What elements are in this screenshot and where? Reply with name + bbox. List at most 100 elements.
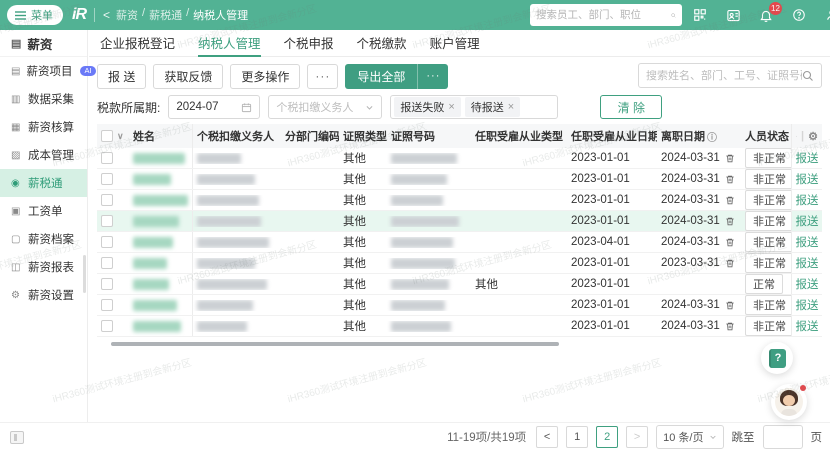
table-row[interactable]: 其他2023-01-012024-03-31非正常报送 bbox=[97, 148, 822, 169]
tab-账户管理[interactable]: 账户管理 bbox=[430, 30, 480, 57]
info-icon[interactable]: ⓘ bbox=[707, 129, 717, 144]
help-manual-button[interactable]: ? bbox=[761, 342, 793, 374]
sidebar-item-工资单[interactable]: ▣工资单 bbox=[0, 197, 87, 225]
remove-tag-icon[interactable]: × bbox=[448, 101, 454, 113]
status-badge[interactable]: 非正常 bbox=[745, 190, 791, 210]
row-checkbox[interactable] bbox=[101, 320, 113, 332]
row-checkbox[interactable] bbox=[101, 215, 113, 227]
table-row[interactable]: 其他2023-01-012024-03-31非正常报送 bbox=[97, 316, 822, 337]
select-all-checkbox[interactable] bbox=[101, 130, 113, 142]
report-action-link[interactable]: 报送 bbox=[796, 213, 819, 229]
delete-trash-icon[interactable] bbox=[725, 195, 735, 206]
filter-funnel-icon[interactable] bbox=[796, 131, 797, 142]
table-row[interactable]: 其他2023-01-012023-03-31非正常报送 bbox=[97, 253, 822, 274]
next-page-button[interactable]: > bbox=[626, 426, 648, 448]
export-ellipsis-button[interactable]: ··· bbox=[418, 70, 448, 82]
column-settings-gear-icon[interactable]: ⚙ bbox=[808, 130, 818, 143]
tab-企业报税登记[interactable]: 企业报税登记 bbox=[100, 30, 175, 57]
clear-filters-button[interactable]: 清 除 bbox=[600, 95, 662, 119]
jump-to-input[interactable] bbox=[763, 425, 803, 449]
page-button-2[interactable]: 2 bbox=[596, 426, 618, 448]
report-button[interactable]: 报 送 bbox=[97, 64, 146, 89]
contacts-icon[interactable] bbox=[725, 7, 741, 23]
remove-tag-icon[interactable]: × bbox=[508, 101, 514, 113]
delete-trash-icon[interactable] bbox=[725, 300, 735, 311]
table-search[interactable] bbox=[638, 63, 822, 88]
global-search[interactable] bbox=[530, 4, 682, 26]
more-actions-ellipsis-button[interactable]: ··· bbox=[307, 64, 338, 89]
sidebar-item-薪资核算[interactable]: ▦薪资核算 bbox=[0, 113, 87, 141]
table-row[interactable]: 其他2023-04-012024-03-31非正常报送 bbox=[97, 232, 822, 253]
report-action-link[interactable]: 报送 bbox=[796, 171, 819, 187]
export-all-split-button[interactable]: 导出全部 ··· bbox=[345, 64, 448, 89]
table-row[interactable]: 其他2023-01-012024-03-31非正常报送 bbox=[97, 295, 822, 316]
export-all-button[interactable]: 导出全部 bbox=[345, 68, 417, 85]
table-row[interactable]: 其他2023-01-012024-03-31非正常报送 bbox=[97, 211, 822, 232]
prev-page-button[interactable]: < bbox=[536, 426, 558, 448]
sidebar-item-成本管理[interactable]: ▨成本管理 bbox=[0, 141, 87, 169]
sidebar-item-数据采集[interactable]: ▥数据采集 bbox=[0, 85, 87, 113]
report-action-link[interactable]: 报送 bbox=[796, 192, 819, 208]
row-checkbox[interactable] bbox=[101, 152, 113, 164]
delete-trash-icon[interactable] bbox=[725, 216, 735, 227]
delete-trash-icon[interactable] bbox=[725, 321, 735, 332]
status-badge[interactable]: 非正常 bbox=[745, 316, 791, 336]
notifications-bell-icon[interactable]: 12 bbox=[758, 7, 774, 23]
row-checkbox[interactable] bbox=[101, 173, 113, 185]
tab-个税申报[interactable]: 个税申报 bbox=[284, 30, 334, 57]
delete-trash-icon[interactable] bbox=[725, 237, 735, 248]
get-feedback-button[interactable]: 获取反馈 bbox=[153, 64, 223, 89]
filter-tag-报送失败[interactable]: 报送失败× bbox=[394, 97, 460, 117]
breadcrumb-item[interactable]: 薪税通 bbox=[149, 7, 182, 23]
search-icon[interactable] bbox=[671, 10, 676, 21]
sidebar-scrollbar[interactable] bbox=[83, 255, 86, 293]
page-button-1[interactable]: 1 bbox=[566, 426, 588, 448]
status-badge[interactable]: 非正常 bbox=[745, 211, 791, 231]
header-select-all[interactable]: ∨ bbox=[97, 130, 129, 142]
help-icon[interactable] bbox=[791, 7, 807, 23]
tab-个税缴款[interactable]: 个税缴款 bbox=[357, 30, 407, 57]
sidebar-item-薪资报表[interactable]: ◫薪资报表 bbox=[0, 253, 87, 281]
report-action-link[interactable]: 报送 bbox=[796, 150, 819, 166]
breadcrumb-item[interactable]: 薪资 bbox=[116, 7, 138, 23]
table-search-input[interactable] bbox=[646, 70, 802, 82]
status-badge[interactable]: 非正常 bbox=[745, 232, 791, 252]
status-badge[interactable]: 非正常 bbox=[745, 169, 791, 189]
row-checkbox[interactable] bbox=[101, 278, 113, 290]
sidebar-item-薪资设置[interactable]: ⚙薪资设置 bbox=[0, 281, 87, 309]
status-badge[interactable]: 非正常 bbox=[745, 148, 791, 168]
page-size-select[interactable]: 10 条/页 bbox=[656, 425, 723, 449]
status-badge[interactable]: 正常 bbox=[745, 274, 783, 294]
sidebar-item-薪资档案[interactable]: ▢薪资档案 bbox=[0, 225, 87, 253]
sidebar-item-薪税通[interactable]: ◉薪税通 bbox=[0, 169, 87, 197]
horizontal-scrollbar[interactable] bbox=[111, 342, 559, 346]
report-action-link[interactable]: 报送 bbox=[796, 276, 819, 292]
status-badge[interactable]: 非正常 bbox=[745, 253, 791, 273]
ai-assistant-button[interactable] bbox=[771, 384, 807, 420]
delete-trash-icon[interactable] bbox=[725, 153, 735, 164]
report-action-link[interactable]: 报送 bbox=[796, 297, 819, 313]
status-badge[interactable]: 非正常 bbox=[745, 295, 791, 315]
select-dropdown-caret[interactable]: ∨ bbox=[117, 131, 124, 142]
search-icon[interactable] bbox=[802, 70, 814, 82]
tax-period-datepicker[interactable]: 2024-07 bbox=[168, 95, 260, 119]
table-row[interactable]: 其他2023-01-012024-03-31非正常报送 bbox=[97, 190, 822, 211]
table-row[interactable]: 其他其他2023-01-01正常报送 bbox=[97, 274, 822, 295]
global-search-input[interactable] bbox=[536, 9, 671, 21]
filter-tag-待报送[interactable]: 待报送× bbox=[465, 97, 520, 117]
report-action-link[interactable]: 报送 bbox=[796, 318, 819, 334]
user-icon[interactable] bbox=[824, 7, 830, 23]
row-checkbox[interactable] bbox=[101, 257, 113, 269]
collapse-panel-icon[interactable] bbox=[10, 431, 24, 444]
more-actions-button[interactable]: 更多操作 bbox=[230, 64, 300, 89]
tab-纳税人管理[interactable]: 纳税人管理 bbox=[198, 30, 261, 57]
delete-trash-icon[interactable] bbox=[725, 258, 735, 269]
menu-button[interactable]: 菜单 bbox=[7, 5, 63, 25]
back-button[interactable]: < bbox=[103, 8, 110, 22]
withholder-select[interactable]: 个税扣缴义务人 bbox=[268, 95, 382, 119]
row-checkbox[interactable] bbox=[101, 194, 113, 206]
row-checkbox[interactable] bbox=[101, 236, 113, 248]
report-action-link[interactable]: 报送 bbox=[796, 234, 819, 250]
sidebar-item-薪资项目[interactable]: ▤薪资项目AI bbox=[0, 57, 87, 85]
report-action-link[interactable]: 报送 bbox=[796, 255, 819, 271]
